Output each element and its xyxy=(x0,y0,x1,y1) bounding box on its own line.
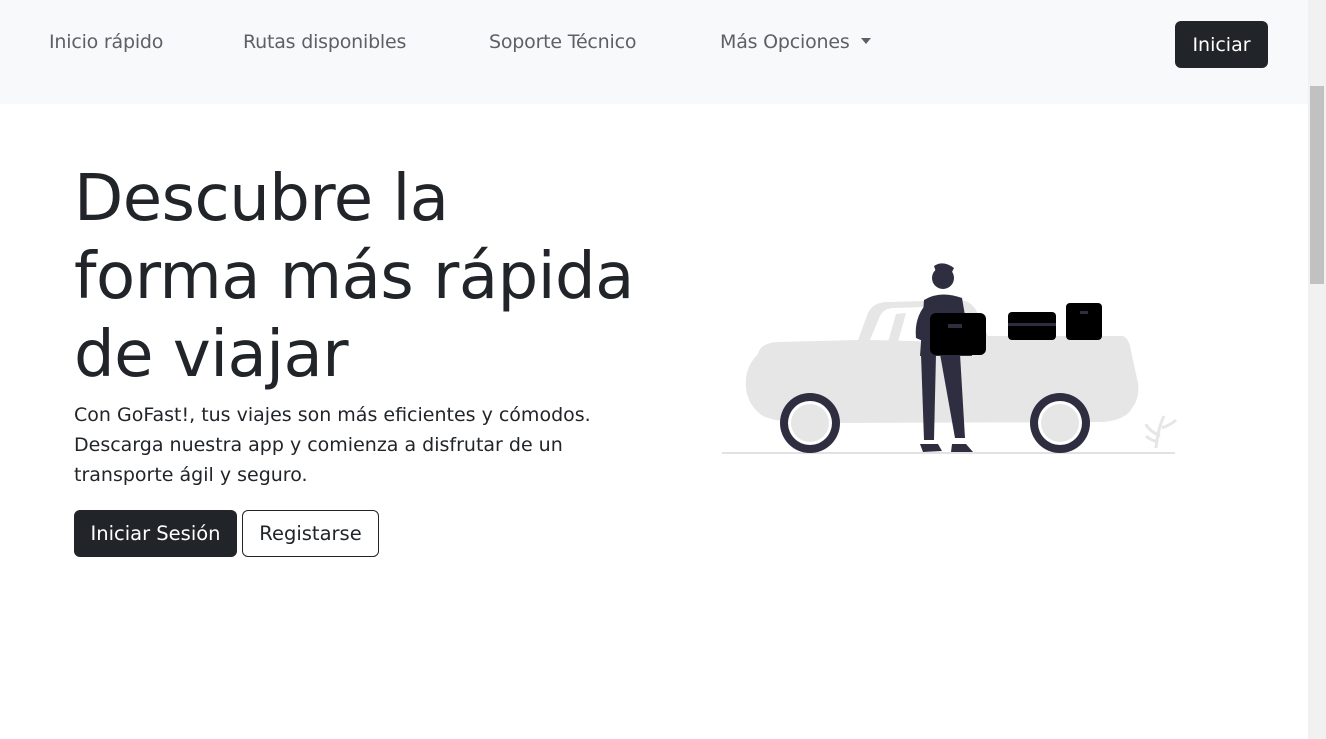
caret-down-icon xyxy=(860,38,871,44)
person-leg xyxy=(921,354,936,440)
login-button[interactable]: Iniciar Sesión xyxy=(74,510,237,557)
page: Inicio rápido Rutas disponibles Soporte … xyxy=(0,0,1326,739)
person-shoe xyxy=(920,444,942,452)
nav-link-inicio-rapido[interactable]: Inicio rápido xyxy=(49,31,163,53)
nav-dropdown-mas-opciones[interactable]: Más Opciones xyxy=(720,31,871,53)
nav-link-soporte-tecnico[interactable]: Soporte Técnico xyxy=(489,31,636,53)
scrollbar[interactable] xyxy=(1308,0,1326,739)
hero-description: Con GoFast!, tus viajes son más eficient… xyxy=(74,404,591,486)
scrollbar-thumb[interactable] xyxy=(1310,86,1324,284)
register-button[interactable]: Registarse xyxy=(242,510,379,557)
carried-box xyxy=(930,313,986,355)
iniciar-button[interactable]: Iniciar xyxy=(1175,21,1268,68)
person-shoe xyxy=(951,444,973,452)
plant-icon xyxy=(1144,415,1178,449)
nav-link-rutas-disponibles[interactable]: Rutas disponibles xyxy=(243,31,406,53)
navbar: Inicio rápido Rutas disponibles Soporte … xyxy=(0,0,1308,104)
delivery-truck-illustration xyxy=(722,263,1178,454)
cargo-box xyxy=(1066,303,1102,340)
nav-dropdown-label: Más Opciones xyxy=(720,31,850,53)
hero-title: Descubre la forma más rápida de viajar xyxy=(74,162,634,392)
